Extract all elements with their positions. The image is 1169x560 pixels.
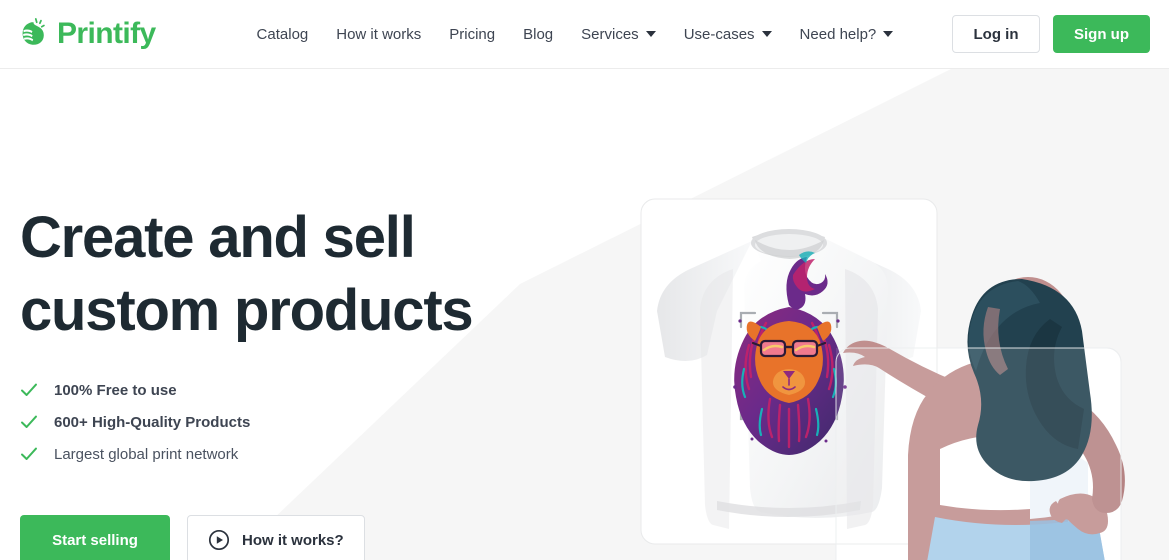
nav-label: How it works	[336, 25, 422, 43]
sign-up-button[interactable]: Sign up	[1053, 15, 1150, 53]
nav-label: Use-cases	[683, 25, 755, 43]
page-title: Create and sell custom products	[20, 202, 580, 347]
printify-logo-mark	[22, 18, 45, 45]
nav-label: Need help?	[799, 25, 877, 43]
nav-label: Blog	[523, 25, 554, 43]
hero-cta-group: Start selling How it works?	[20, 515, 580, 560]
chevron-down-icon	[645, 31, 656, 37]
nav-label: Catalog	[256, 25, 309, 43]
log-in-button[interactable]: Log in	[952, 15, 1040, 53]
list-item: 600+ High-Quality Products	[20, 406, 580, 438]
nav-item-services[interactable]: Services	[567, 14, 670, 54]
start-selling-button[interactable]: Start selling	[20, 515, 170, 560]
nav-item-use-cases[interactable]: Use-cases	[670, 14, 786, 54]
list-item: Largest global print network	[20, 438, 580, 470]
nav-item-need-help[interactable]: Need help?	[786, 14, 908, 54]
headline-line-1: Create and sell	[20, 205, 416, 270]
chevron-down-icon	[883, 31, 894, 37]
chevron-down-icon	[761, 31, 772, 37]
hero-content: Create and sell custom products 100% Fre…	[20, 69, 580, 560]
check-icon	[21, 383, 37, 396]
feature-label: Largest global print network	[54, 445, 239, 463]
nav-label: Pricing	[449, 25, 496, 43]
play-circle-icon	[208, 529, 230, 551]
nav-label: Services	[581, 25, 639, 43]
how-it-works-button[interactable]: How it works?	[187, 515, 365, 560]
feature-list: 100% Free to use 600+ High-Quality Produ…	[20, 374, 580, 470]
feature-label: 600+ High-Quality Products	[54, 413, 251, 431]
site-header: Printify Catalog How it works Pricing Bl…	[0, 0, 1169, 69]
printify-landing-page: Printify Catalog How it works Pricing Bl…	[0, 0, 1169, 560]
check-icon	[21, 415, 37, 428]
list-item: 100% Free to use	[20, 374, 580, 406]
brand-logo[interactable]: Printify	[18, 17, 156, 51]
nav-item-blog[interactable]: Blog	[509, 14, 567, 54]
auth-actions: Log in Sign up	[952, 15, 1150, 53]
headline-line-2: custom products	[20, 277, 474, 343]
check-icon	[21, 447, 37, 460]
nav-item-how-it-works[interactable]: How it works	[322, 14, 435, 54]
feature-label: 100% Free to use	[54, 381, 177, 399]
how-it-works-label: How it works?	[242, 531, 344, 549]
nav-item-catalog[interactable]: Catalog	[243, 14, 323, 54]
nav-item-pricing[interactable]: Pricing	[435, 14, 509, 54]
main-navigation: Catalog How it works Pricing Blog Servic…	[243, 14, 908, 54]
brand-name: Printify	[57, 17, 156, 50]
